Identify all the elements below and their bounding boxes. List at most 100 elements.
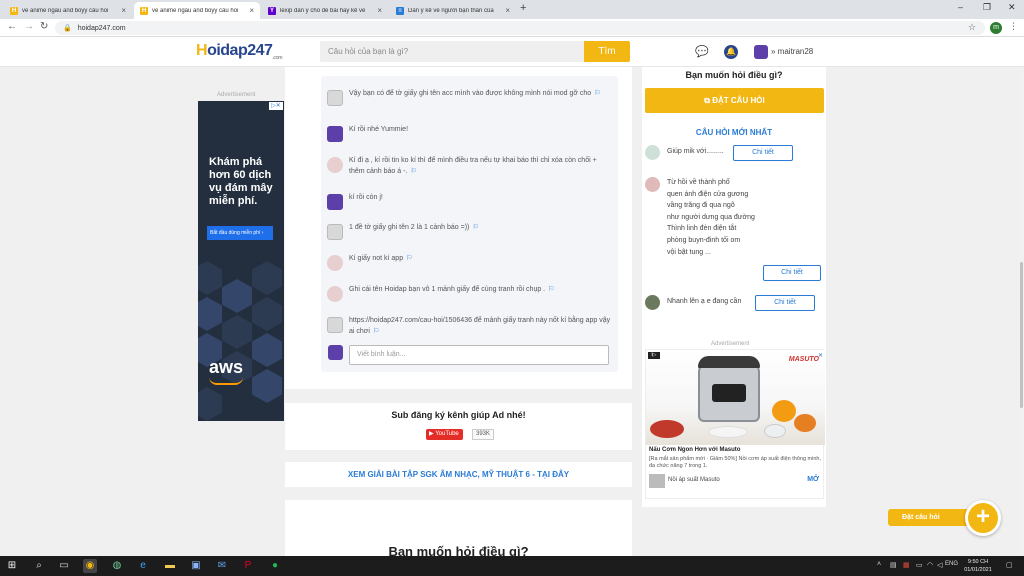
profile-avatar[interactable]: m (990, 22, 1002, 34)
search-icon[interactable]: ⌕ (32, 559, 46, 573)
food-decoration (708, 426, 748, 438)
ad-close-icon[interactable]: ▷✕ (269, 102, 283, 110)
store-icon[interactable]: ▣ (189, 559, 203, 573)
comment-text: Vậy bạn có để tờ giấy ghi tên acc mình v… (349, 90, 601, 97)
sgk-solutions-link[interactable]: XEM GIẢI BÀI TẬP SGK ÂM NHẠC, MỸ THUẬT 6… (285, 462, 632, 487)
chrome-icon[interactable]: ◉ (83, 559, 97, 573)
site-logo[interactable]: Hoidap247.com (196, 42, 283, 61)
sidebar-ask-title: Bạn muốn hỏi điều gì? (685, 70, 783, 80)
file-explorer-icon[interactable]: ▬ (163, 559, 177, 573)
forward-icon[interactable]: → (24, 21, 34, 32)
floating-ask-button[interactable]: + (965, 500, 1001, 536)
commenter-avatar[interactable] (327, 255, 343, 271)
address-bar[interactable]: 🔒 hoidap247.com (55, 21, 985, 35)
ad-decoration (222, 315, 252, 349)
scrollbar-thumb[interactable] (1020, 262, 1023, 408)
commenter-avatar[interactable] (327, 90, 343, 106)
asker-avatar[interactable] (645, 295, 660, 310)
ad-decoration (252, 261, 282, 295)
floating-ask-label[interactable]: Đặt câu hỏi (888, 509, 970, 526)
commenter-avatar[interactable] (327, 194, 343, 210)
restore-icon[interactable]: ❐ (983, 2, 991, 13)
ad-choices-icon[interactable]: i▷ (648, 352, 660, 359)
close-tab-icon[interactable]: × (505, 6, 510, 15)
question-text[interactable]: Nhanh lên ạ e đang cần (667, 296, 741, 308)
masuto-advertisement[interactable]: MASUTO ✕ i▷ Nấu Cơm Ngon Hơn với Masuto … (645, 349, 825, 499)
tab-title: vẽ anime ngầu and boyy câu hỏi (22, 7, 109, 14)
asker-avatar[interactable] (645, 177, 660, 192)
ask-question-section: Bạn muốn hỏi điều gì? (285, 500, 632, 560)
question-detail-button[interactable]: Chi tiết (755, 295, 815, 311)
back-icon[interactable]: ← (7, 21, 17, 32)
advertiser-name: Nồi áp suất Masuto (668, 477, 720, 483)
youtube-subscribe-button[interactable]: ▶ YouTube (426, 429, 463, 440)
messages-icon[interactable]: 💬 (695, 45, 709, 59)
minimize-icon[interactable]: – (958, 2, 963, 12)
question-text[interactable]: Từ hồi về thành phố quen ánh điện cửa gư… (667, 177, 755, 258)
report-flag-icon[interactable]: ⚐ (373, 328, 379, 335)
notification-bell-icon[interactable]: 🔔 (724, 45, 738, 59)
battery-icon[interactable]: ▭ (916, 561, 923, 569)
search-button[interactable]: Tìm (584, 41, 630, 62)
food-decoration (794, 414, 816, 432)
volume-icon[interactable]: ◁ (937, 561, 942, 569)
close-tab-icon[interactable]: × (121, 6, 126, 15)
app-icon[interactable]: ◍ (110, 559, 124, 573)
tray-app-icon[interactable]: ▦ (903, 561, 910, 569)
aws-advertisement[interactable]: ▷✕ Khám phá hơn 60 dịch vụ đám mây miễn … (198, 101, 284, 421)
close-tab-icon[interactable]: × (377, 6, 382, 15)
report-flag-icon[interactable]: ⚐ (410, 168, 416, 175)
close-window-icon[interactable]: ✕ (1008, 2, 1016, 13)
ad-description: [Ra mắt sản phẩm mới · Giảm 50%] Nồi cơm… (649, 456, 821, 469)
hoidap-favicon-icon: H (140, 6, 148, 15)
commenter-avatar[interactable] (327, 286, 343, 302)
report-flag-icon[interactable]: ⚐ (472, 224, 478, 231)
user-avatar[interactable] (754, 45, 768, 59)
spotify-icon[interactable]: ● (268, 559, 282, 573)
close-tab-icon[interactable]: × (249, 6, 254, 15)
ask-question-button[interactable]: ⧉ ĐẶT CÂU HỎI (645, 88, 824, 113)
question-detail-button[interactable]: Chi tiết (763, 265, 821, 281)
edge-icon[interactable]: e (136, 559, 150, 573)
aws-smile-icon (209, 377, 243, 385)
tray-overflow-icon[interactable]: ˄ (877, 561, 881, 568)
tray-app-icon[interactable]: ▤ (890, 561, 897, 569)
username[interactable]: » maitran28 (771, 47, 813, 56)
new-tab-icon[interactable]: + (520, 2, 526, 14)
pinterest-icon[interactable]: P (241, 559, 255, 573)
report-flag-icon[interactable]: ⚐ (548, 286, 554, 293)
commenter-avatar[interactable] (327, 126, 343, 142)
search-input[interactable]: Câu hỏi của bạn là gì? (320, 41, 584, 62)
wifi-icon[interactable]: ◠ (927, 561, 933, 569)
browser-tab-2[interactable]: H vẽ anime ngầu and boyy câu hỏi × (134, 2, 260, 19)
bookmark-star-icon[interactable]: ☆ (968, 22, 976, 33)
commenter-avatar[interactable] (327, 224, 343, 240)
question-text[interactable]: Giúp mik với......... (667, 146, 724, 158)
browser-menu-icon[interactable]: ⋮ (1009, 21, 1018, 32)
ad-close-icon[interactable]: ✕ (818, 352, 823, 359)
browser-tab-3[interactable]: Y lexip dàn ý cho đề bài hãy kể về × (262, 2, 388, 19)
comment-input[interactable]: Viết bình luận... (349, 345, 609, 365)
comment: 1 đề tờ giấy ghi tên 2 là 1 cảnh báo =))… (327, 222, 613, 240)
system-clock[interactable]: 9:50 CH 01/01/2021 (958, 558, 998, 574)
tab-title: Dàn ý kể về người bạn thân của (408, 7, 494, 14)
commenter-avatar[interactable] (327, 317, 343, 333)
reload-icon[interactable]: ↻ (40, 21, 48, 32)
report-flag-icon[interactable]: ⚐ (594, 90, 600, 97)
question-detail-button[interactable]: Chi tiết (733, 145, 793, 161)
browser-tab-4[interactable]: ≡ Dàn ý kể về người bạn thân của × (390, 2, 516, 19)
asker-avatar[interactable] (645, 145, 660, 160)
ad-cta-button[interactable]: Bắt đầu dùng miễn phí › (207, 226, 273, 240)
advertiser-logo (649, 474, 665, 488)
browser-tab-1[interactable]: H vẽ anime ngầu and boyy câu hỏi × (4, 2, 132, 19)
url-text: hoidap247.com (77, 24, 126, 32)
task-view-icon[interactable]: ▭ (57, 559, 71, 573)
ad-label: Advertisement (711, 341, 750, 347)
mail-icon[interactable]: ✉ (215, 559, 229, 573)
windows-start-icon[interactable]: ⊞ (5, 559, 19, 573)
ad-open-button[interactable]: MỞ (807, 476, 819, 483)
language-indicator[interactable]: ENG (945, 561, 958, 567)
notifications-icon[interactable]: ▢ (1006, 561, 1013, 569)
commenter-avatar[interactable] (327, 157, 343, 173)
report-flag-icon[interactable]: ⚐ (406, 255, 412, 262)
